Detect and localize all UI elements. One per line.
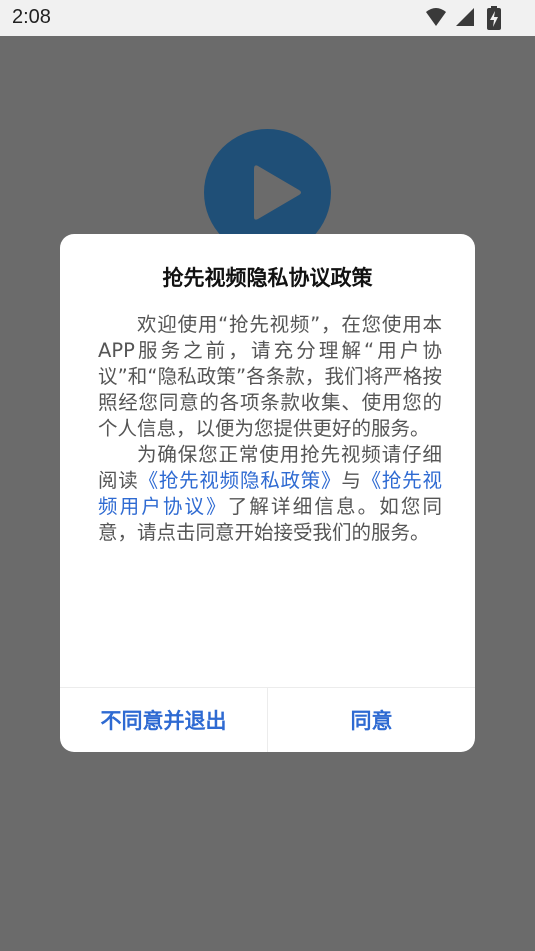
battery-charging-icon: [487, 6, 501, 30]
privacy-policy-link[interactable]: 《抢先视频隐私政策》: [139, 469, 342, 492]
privacy-dialog: 抢先视频隐私协议政策 欢迎使用“抢先视频”，在您使用本APP服务之前，请充分理解…: [60, 234, 475, 752]
dialog-footer: 不同意并退出 同意: [60, 687, 475, 752]
paragraph-and: 与: [341, 469, 362, 492]
dialog-body: 欢迎使用“抢先视频”，在您使用本APP服务之前，请充分理解“用户协议”和“隐私政…: [98, 312, 442, 546]
screen: 2:08 抢先视频隐私协议政策 欢迎使用“抢先视频”，在您使用本APP服务之前，…: [0, 0, 535, 951]
status-time: 2:08: [12, 6, 51, 28]
status-bar: 2:08: [0, 0, 535, 36]
dialog-paragraph-intro: 欢迎使用“抢先视频”，在您使用本APP服务之前，请充分理解“用户协议”和“隐私政…: [98, 313, 442, 440]
agree-button[interactable]: 同意: [268, 688, 475, 752]
dialog-paragraph-links: 为确保您正常使用抢先视频请仔细阅读《抢先视频隐私政策》与《抢先视频用户协议》了解…: [98, 442, 442, 546]
decline-and-exit-button[interactable]: 不同意并退出: [60, 688, 268, 752]
status-icons: [425, 6, 501, 30]
wifi-icon: [425, 8, 446, 26]
dialog-title: 抢先视频隐私协议政策: [162, 266, 373, 290]
cellular-signal-icon: [455, 8, 474, 26]
